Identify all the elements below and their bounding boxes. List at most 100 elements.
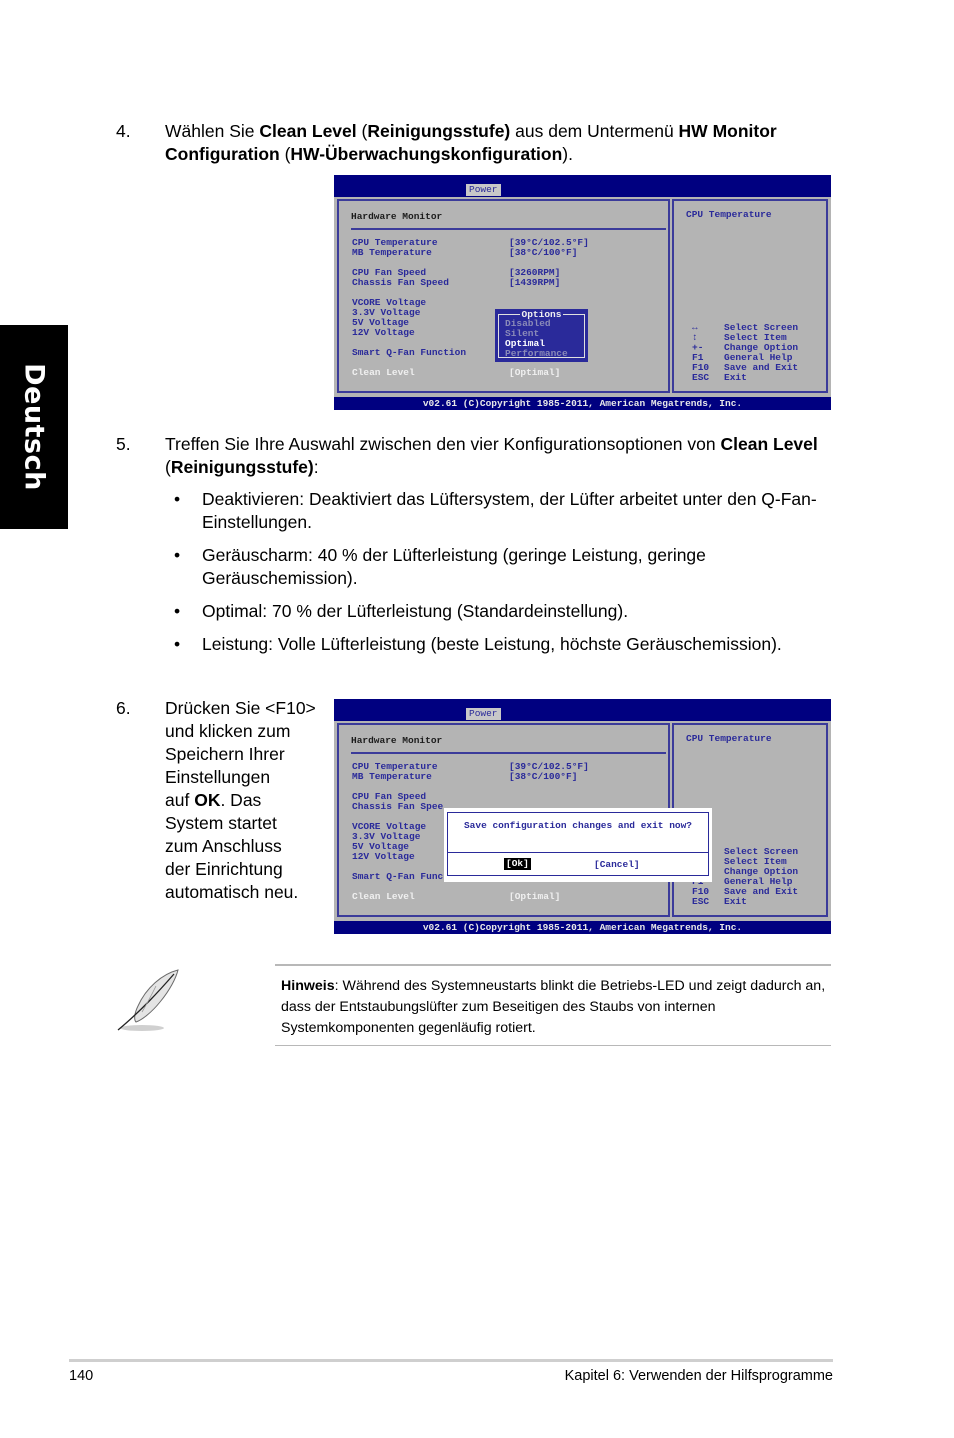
text: auf <box>165 790 195 810</box>
bold-term: Configuration <box>165 144 280 164</box>
dialog-frame: Save configuration changes and exit now?… <box>447 812 709 876</box>
bold-term: Clean Level <box>720 434 818 454</box>
key: ESC <box>692 896 710 907</box>
setting-label-selected[interactable]: Clean Level <box>352 367 415 378</box>
bold-term: Reinigungsstufe) <box>170 457 314 477</box>
bullet-text: Optimal: 70 % der Lüfterleistung (Standa… <box>202 600 628 623</box>
setting-label[interactable]: Chassis Fan Speed <box>352 277 449 288</box>
step-6: 6. Drücken Sie <F10> und klicken zum Spe… <box>116 697 326 907</box>
step-number: 5. <box>116 434 131 454</box>
step-text: Wählen Sie Clean Level (Reinigungsstufe)… <box>165 120 777 166</box>
language-label: Deutsch <box>18 363 50 491</box>
text: . Das <box>220 790 262 810</box>
text: Geräuschemission). <box>202 568 358 588</box>
text: Einstellungen. <box>202 512 312 532</box>
ok-button[interactable]: [Ok] <box>504 858 531 870</box>
text: ( <box>356 121 368 141</box>
text: ( <box>279 144 291 164</box>
language-side-tab: Deutsch <box>0 325 68 529</box>
bold-term: OK <box>194 790 221 810</box>
option-performance[interactable]: Performance <box>505 349 568 359</box>
setting-value: [1439RPM] <box>509 277 561 288</box>
text: zum Anschluss <box>165 836 282 856</box>
setting-label[interactable]: Chassis Fan Spee <box>352 801 443 812</box>
help-title: CPU Temperature <box>686 733 772 744</box>
setting-label[interactable]: MB Temperature <box>352 247 432 258</box>
key-row: ESC Exit <box>692 373 798 383</box>
bold-term: HW-Überwachungskonfiguration <box>290 144 563 164</box>
key-action: Exit <box>724 372 747 383</box>
options-popup: Options Disabled Silent Optimal Performa… <box>495 309 588 362</box>
tab-power[interactable]: Power <box>466 184 501 196</box>
tab-power[interactable]: Power <box>466 708 501 720</box>
chapter-title: Kapitel 6: Verwenden der Hilfsprogramme <box>564 1368 833 1384</box>
bios-footer: v02.61 (C)Copyright 1985-2011, American … <box>422 922 743 933</box>
bullet-text: Leistung: Volle Lüfterleistung (beste Le… <box>202 633 782 656</box>
bullet-icon: • <box>174 489 181 509</box>
setting-value: [38°C/100°F] <box>509 247 578 258</box>
text: ). <box>562 144 573 164</box>
text: Einstellungen <box>165 767 271 787</box>
bios-tab-bar: Power <box>334 699 831 721</box>
bold-term: HW Monitor <box>678 121 777 141</box>
bold-term: Clean Level <box>259 121 357 141</box>
help-title: CPU Temperature <box>686 209 772 220</box>
bullet-icon: • <box>174 545 181 565</box>
text: automatisch neu. <box>165 882 299 902</box>
setting-label[interactable]: MB Temperature <box>352 771 432 782</box>
bullet-text: Geräuscharm: 40 % der Lüfterleistung (ge… <box>202 544 706 590</box>
section-title: Hardware Monitor <box>351 211 443 222</box>
dialog-question: Save configuration changes and exit now? <box>463 820 693 831</box>
setting-label[interactable]: 12V Voltage <box>352 851 415 862</box>
text: der Einrichtung <box>165 859 283 879</box>
divider <box>351 752 666 754</box>
text: Treffen Sie Ihre Auswahl zwischen den vi… <box>165 434 721 454</box>
step-4: 4. Wählen Sie Clean Level (Reinigungsstu… <box>116 120 836 168</box>
step-number: 6. <box>116 698 131 718</box>
bios-main: Hardware Monitor CPU Temperature [39°C/1… <box>334 721 831 921</box>
save-exit-dialog: Save configuration changes and exit now?… <box>444 808 712 882</box>
note-divider-top <box>275 964 831 966</box>
cancel-button[interactable]: [Cancel] <box>594 859 640 870</box>
bullet-icon: • <box>174 634 181 654</box>
note-label: Hinweis <box>281 978 335 994</box>
text: : <box>313 457 319 477</box>
step-number: 4. <box>116 121 131 141</box>
bullet-text: Deaktivieren: Deaktiviert das Lüftersyst… <box>202 488 817 534</box>
text: Deaktivieren: Deaktiviert das Lüftersyst… <box>202 489 817 509</box>
setting-label-selected[interactable]: Clean Level <box>352 891 415 902</box>
text: aus dem Untermenü <box>510 121 679 141</box>
setting-value-selected[interactable]: [Optimal] <box>509 891 560 902</box>
bold-term: Reinigungsstufe) <box>367 121 511 141</box>
divider <box>351 228 666 230</box>
step-5: 5. Treffen Sie Ihre Auswahl zwischen den… <box>116 433 836 481</box>
help-panel: CPU Temperature ↔Select Screen ↕Select I… <box>672 199 828 393</box>
bios-screenshot-options: Power Hardware Monitor CPU Temperature [… <box>334 175 831 410</box>
note-divider-bottom <box>275 1045 831 1046</box>
text: Geräuscharm: 40 % der Lüfterleistung (ge… <box>202 545 706 565</box>
text: Drücken Sie <F10> <box>165 698 316 718</box>
setting-value-selected[interactable]: [Optimal] <box>509 367 560 378</box>
key: ESC <box>692 372 710 383</box>
text: Speichern Ihrer <box>165 744 285 764</box>
text: Optimal: 70 % der Lüfterleistung (Standa… <box>202 601 629 621</box>
setting-label[interactable]: Smart Q-Fan Function <box>352 347 466 358</box>
setting-value: [38°C/100°F] <box>509 771 578 782</box>
note-body: : Während des Systemneustarts blinkt die… <box>281 978 826 1036</box>
key-legend: ↔Select Screen ↕Select Item +-Change Opt… <box>692 323 798 383</box>
text: System startet <box>165 813 277 833</box>
settings-panel: Hardware Monitor CPU Temperature [39°C/1… <box>337 199 670 393</box>
section-title: Hardware Monitor <box>351 735 443 746</box>
bios-main: Hardware Monitor CPU Temperature [39°C/1… <box>334 197 831 397</box>
text: Leistung: Volle Lüfterleistung (beste Le… <box>202 634 782 654</box>
step-text: Treffen Sie Ihre Auswahl zwischen den vi… <box>165 433 818 479</box>
divider <box>448 852 708 853</box>
setting-label[interactable]: 12V Voltage <box>352 327 415 338</box>
footer-divider <box>69 1359 833 1362</box>
page-number: 140 <box>69 1368 94 1384</box>
text: und klicken zum <box>165 721 291 741</box>
bios-screenshot-save-dialog: Power Hardware Monitor CPU Temperature [… <box>334 699 831 934</box>
key-action: Exit <box>724 896 747 907</box>
step-text: Drücken Sie <F10> und klicken zum Speich… <box>165 697 316 904</box>
key-row: ESC Exit <box>692 897 798 907</box>
